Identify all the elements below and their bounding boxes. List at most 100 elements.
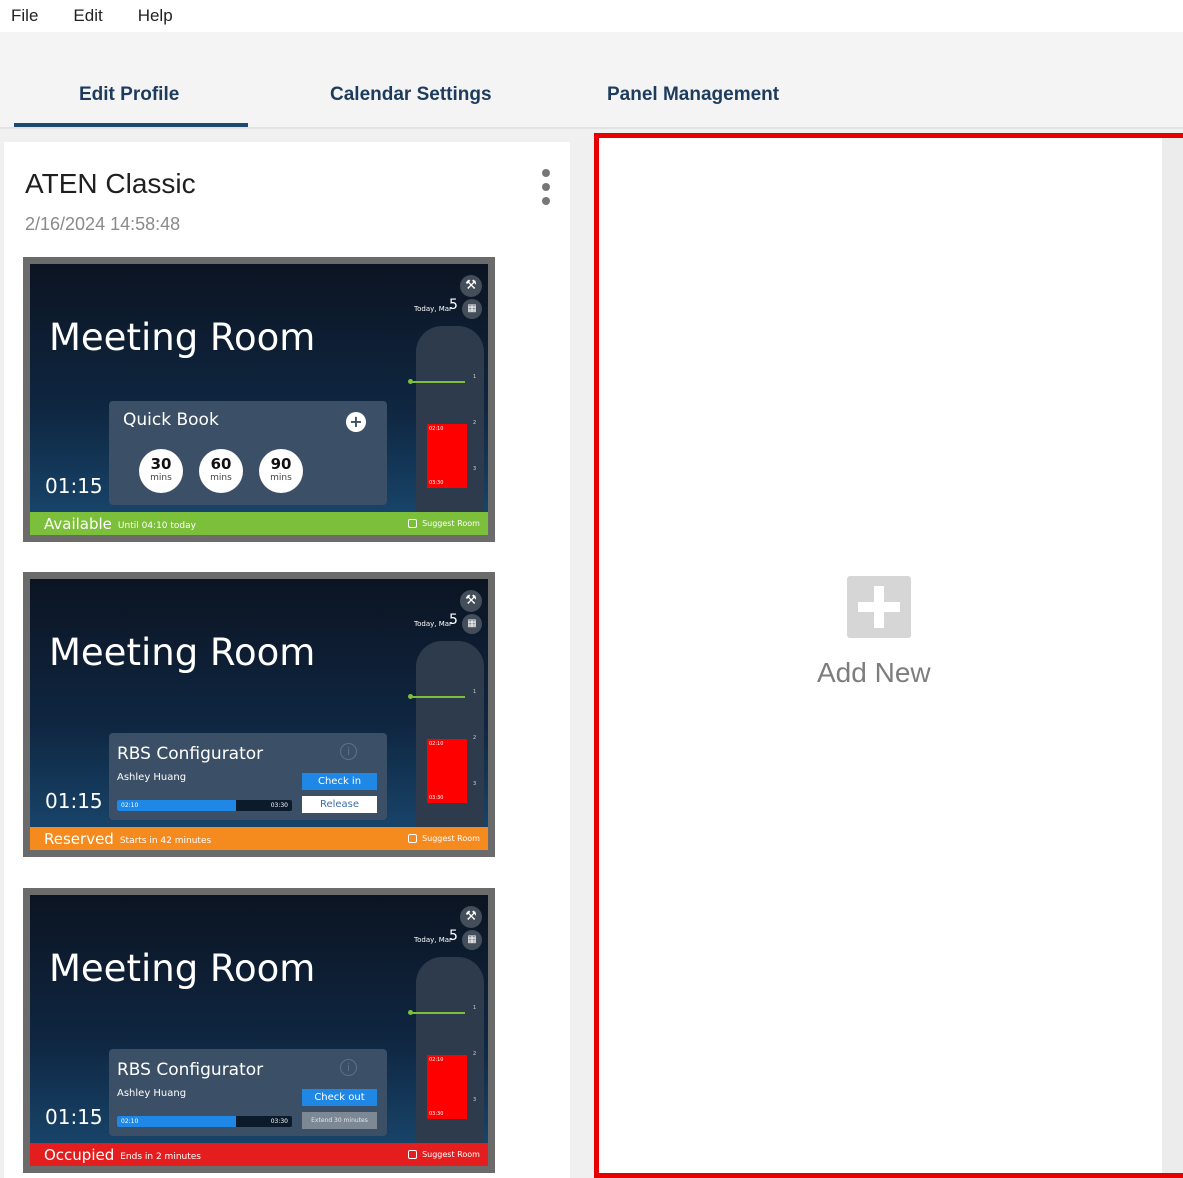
- panel-preview-available[interactable]: Meeting Room ⚒ Today, Mar 5 ▦ 1 2 3 02:1…: [23, 257, 495, 542]
- clock: 01:15: [45, 1105, 103, 1129]
- status-text: Reserved: [44, 829, 114, 848]
- quick-book-unit: mins: [150, 473, 172, 483]
- suggest-room-button: Suggest Room: [400, 827, 488, 850]
- suggest-room-label: Suggest Room: [422, 519, 480, 528]
- profile-title: ATEN Classic: [25, 168, 196, 199]
- status-subtext: Starts in 42 minutes: [119, 835, 212, 846]
- room-icon: [408, 834, 418, 843]
- hour-tick: 2: [473, 420, 477, 426]
- day-timeline: 1 2 3 02:10 03:30: [408, 957, 484, 1143]
- add-new-panel[interactable]: Add New: [594, 133, 1183, 1178]
- tools-icon: ⚒: [460, 906, 482, 928]
- booking-start: 02:10: [429, 426, 444, 432]
- booking-start: 02:10: [429, 1057, 444, 1063]
- booking-block: 02:10 03:30: [427, 739, 467, 803]
- status-subtext: Until 04:10 today: [117, 520, 196, 531]
- booking-end: 03:30: [429, 795, 444, 801]
- profile-date: 2/16/2024 14:58:48: [25, 214, 181, 234]
- day-timeline: 1 2 3 02:10 03:30: [408, 641, 484, 827]
- booking-block: 02:10 03:30: [427, 424, 467, 488]
- suggest-room-button: Suggest Room: [400, 1143, 488, 1166]
- room-icon: [408, 519, 418, 528]
- meeting-progress: 02:10 03:30: [117, 800, 292, 811]
- room-name: Meeting Room: [49, 631, 316, 674]
- add-icon[interactable]: [847, 576, 911, 638]
- quick-book-unit: mins: [270, 473, 292, 483]
- date-day: 5: [449, 612, 458, 628]
- quick-book-60: 60 mins: [199, 449, 243, 493]
- menu-file[interactable]: File: [11, 6, 38, 26]
- active-tab-indicator: [14, 123, 248, 127]
- calendar-icon: ▦: [462, 614, 482, 634]
- status-bar: Occupied Ends in 2 minutes Suggest Room: [30, 1143, 488, 1166]
- tab-panel-management[interactable]: Panel Management: [607, 84, 779, 106]
- meeting-card: RBS Configurator i Ashley Huang 02:10 03…: [109, 733, 387, 820]
- current-time-line: [409, 696, 465, 698]
- tab-calendar-settings[interactable]: Calendar Settings: [330, 84, 492, 106]
- meeting-card: RBS Configurator i Ashley Huang 02:10 03…: [109, 1049, 387, 1136]
- status-bar: Reserved Starts in 42 minutes Suggest Ro…: [30, 827, 488, 850]
- clock: 01:15: [45, 789, 103, 813]
- suggest-room-label: Suggest Room: [422, 1150, 480, 1159]
- menu-edit[interactable]: Edit: [73, 6, 102, 26]
- hour-tick: 3: [473, 466, 477, 472]
- hour-tick: 2: [473, 1051, 477, 1057]
- meeting-organizer: Ashley Huang: [117, 772, 187, 783]
- menu-help[interactable]: Help: [138, 6, 173, 26]
- booking-end: 03:30: [429, 480, 444, 486]
- hour-tick: 1: [473, 1005, 477, 1011]
- more-options-icon[interactable]: [538, 169, 554, 205]
- release-button: Release: [302, 796, 377, 813]
- meeting-title: RBS Configurator: [117, 744, 264, 764]
- calendar-icon: ▦: [462, 299, 482, 319]
- booking-block: 02:10 03:30: [427, 1055, 467, 1119]
- check-in-button: Check in: [302, 773, 377, 790]
- date-day: 5: [449, 297, 458, 313]
- quick-book-value: 30: [150, 455, 172, 473]
- hour-tick: 1: [473, 689, 477, 695]
- panel-preview-reserved[interactable]: Meeting Room ⚒ Today, Mar 5 ▦ 1 2 3 02:1…: [23, 572, 495, 857]
- hour-tick: 1: [473, 374, 477, 380]
- status-text: Available: [44, 514, 112, 533]
- plus-icon: +: [346, 412, 366, 432]
- quick-book-card: Quick Book + 30 mins 60 mins 90 mins: [109, 401, 387, 505]
- meeting-start: 02:10: [121, 1118, 139, 1125]
- current-time-line: [409, 381, 465, 383]
- quick-book-value: 90: [270, 455, 292, 473]
- date-label: Today, Mar: [414, 620, 452, 628]
- date-day: 5: [449, 928, 458, 944]
- panel-preview-occupied[interactable]: Meeting Room ⚒ Today, Mar 5 ▦ 1 2 3 02:1…: [23, 888, 495, 1173]
- tools-icon: ⚒: [460, 590, 482, 612]
- suggest-room-label: Suggest Room: [422, 834, 480, 843]
- meeting-organizer: Ashley Huang: [117, 1088, 187, 1099]
- panel-screen: Meeting Room ⚒ Today, Mar 5 ▦ 1 2 3 02:1…: [30, 264, 488, 535]
- quick-book-unit: mins: [210, 473, 232, 483]
- meeting-progress: 02:10 03:30: [117, 1116, 292, 1127]
- scrollbar-track[interactable]: [1162, 138, 1183, 1173]
- quick-book-90: 90 mins: [259, 449, 303, 493]
- quick-book-title: Quick Book: [123, 410, 219, 430]
- hour-tick: 2: [473, 735, 477, 741]
- status-subtext: Ends in 2 minutes: [120, 1151, 201, 1162]
- check-out-button: Check out: [302, 1089, 377, 1106]
- current-time-line: [409, 1012, 465, 1014]
- calendar-icon: ▦: [462, 930, 482, 950]
- menu-bar: File Edit Help: [0, 0, 1183, 32]
- meeting-end: 03:30: [270, 802, 288, 809]
- meeting-end: 03:30: [270, 1118, 288, 1125]
- tab-edit-profile[interactable]: Edit Profile: [79, 84, 179, 106]
- tab-bar: Edit Profile Calendar Settings Panel Man…: [0, 32, 1183, 129]
- hour-tick: 3: [473, 1097, 477, 1103]
- booking-start: 02:10: [429, 741, 444, 747]
- day-timeline: 1 2 3 02:10 03:30: [408, 326, 484, 512]
- meeting-start: 02:10: [121, 802, 139, 809]
- info-icon: i: [340, 1059, 357, 1076]
- room-icon: [408, 1150, 418, 1159]
- clock: 01:15: [45, 474, 103, 498]
- meeting-title: RBS Configurator: [117, 1060, 264, 1080]
- add-new-label[interactable]: Add New: [817, 657, 931, 689]
- hour-tick: 3: [473, 781, 477, 787]
- panel-screen: Meeting Room ⚒ Today, Mar 5 ▦ 1 2 3 02:1…: [30, 895, 488, 1166]
- room-name: Meeting Room: [49, 316, 316, 359]
- info-icon: i: [340, 743, 357, 760]
